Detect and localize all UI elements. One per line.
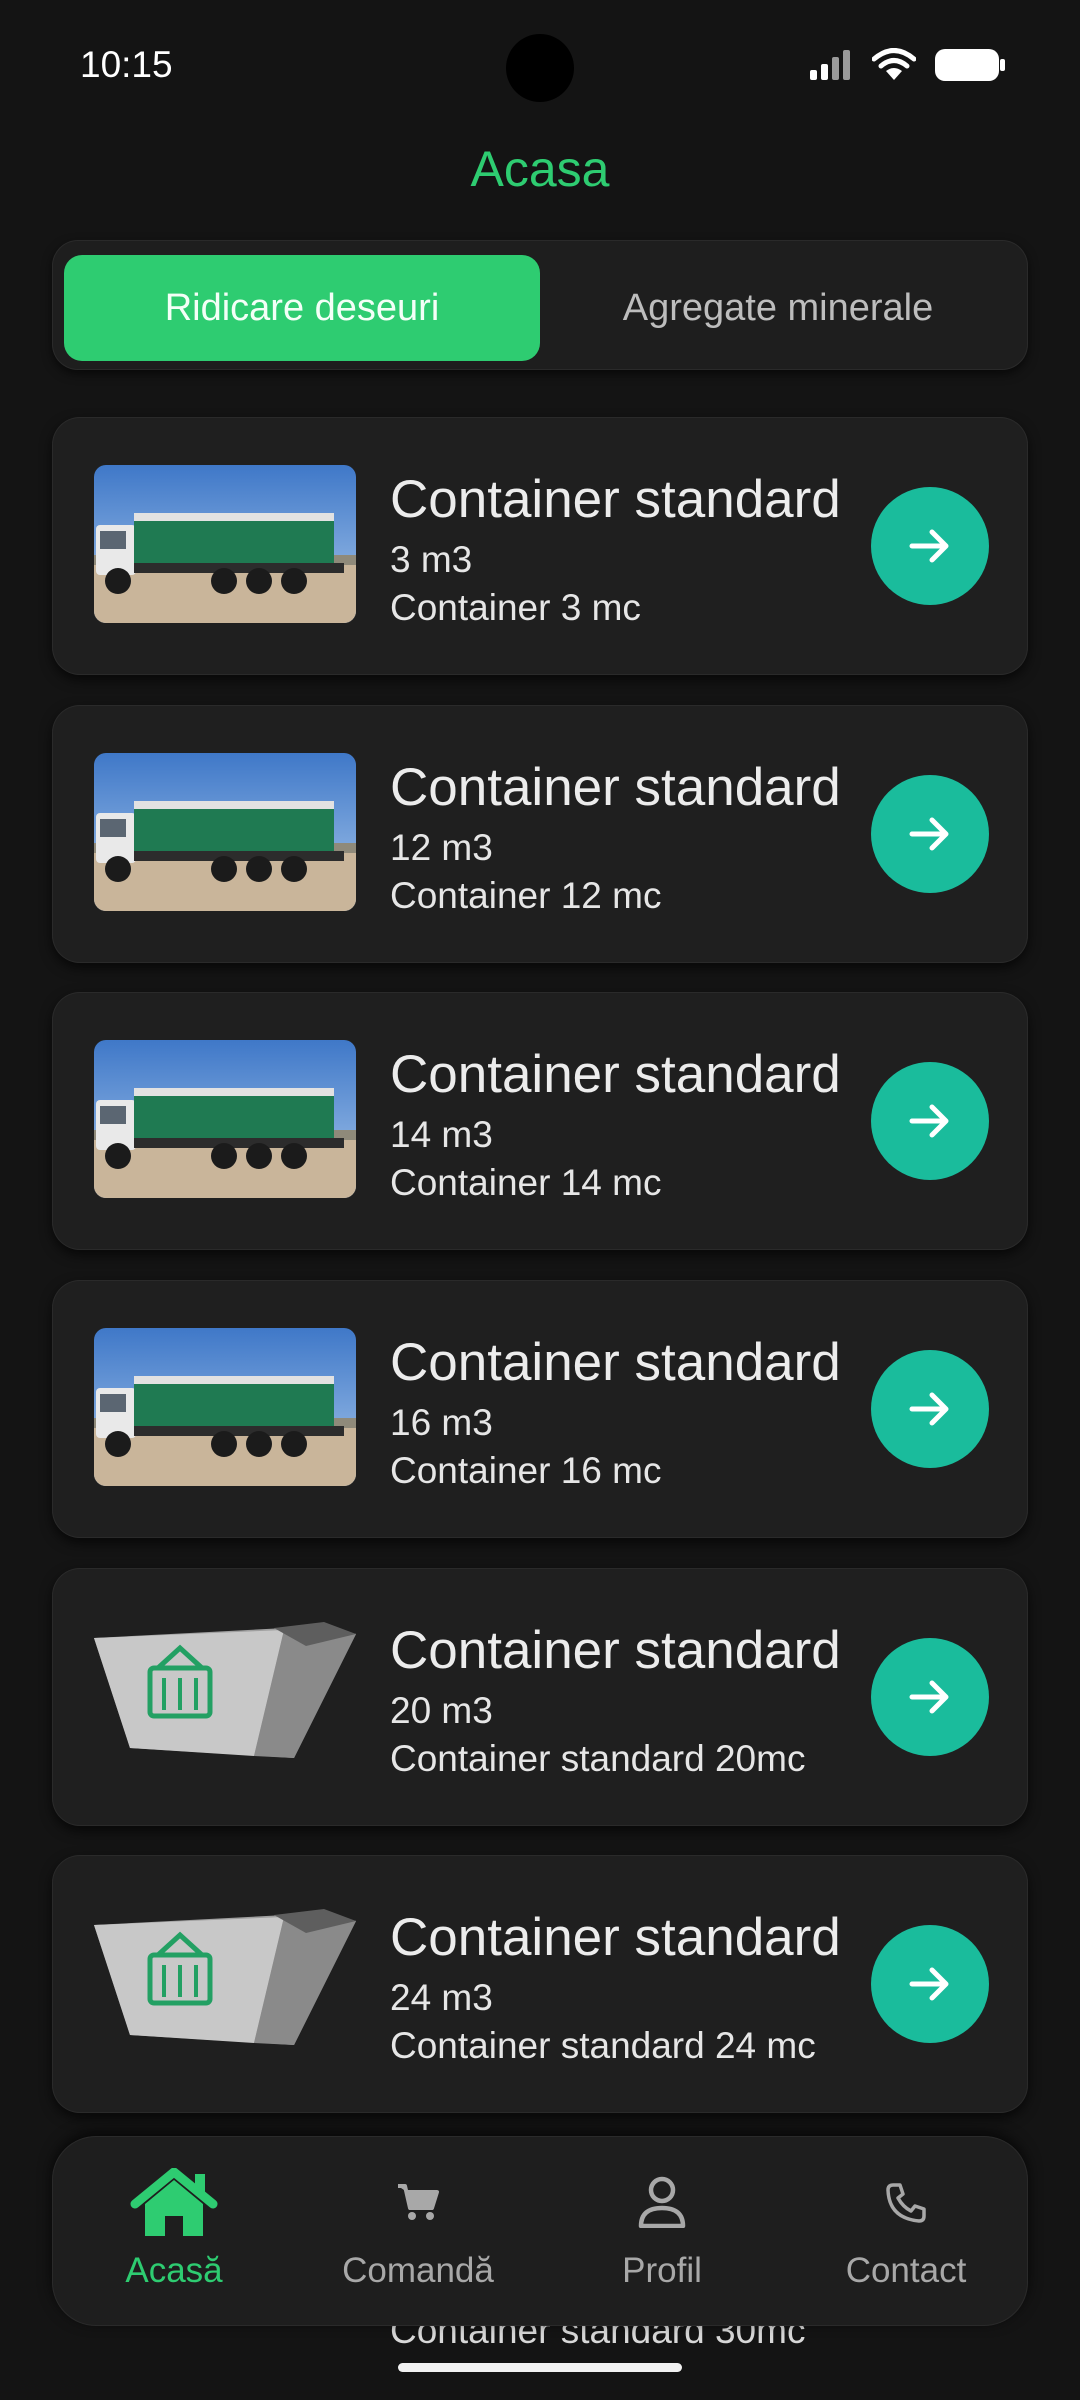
bottom-navigation: Acasă Comandă Profil Contact — [52, 2136, 1028, 2326]
card-description: Container 12 mc — [390, 875, 662, 916]
nav-label: Contact — [845, 2251, 967, 2290]
card-description: Container 16 mc — [390, 1450, 662, 1491]
status-time: 10:15 — [80, 44, 173, 85]
open-button[interactable] — [871, 1925, 989, 2043]
home-indicator[interactable] — [398, 2363, 682, 2372]
battery-icon — [935, 49, 1005, 81]
card-description: Container 3 mc — [390, 587, 641, 628]
arrow-right-icon — [909, 1967, 949, 2001]
card-description: Container standard 20mc — [390, 1738, 806, 1779]
home-icon — [130, 2168, 218, 2236]
container-card[interactable]: Container standard 14 m3 Container 14 mc — [52, 992, 1028, 1250]
container-card[interactable]: Container standard 12 m3 Container 12 mc — [52, 705, 1028, 963]
arrow-right-icon — [909, 1680, 949, 1714]
cart-icon — [398, 2184, 439, 2220]
nav-label: Acasă — [125, 2251, 223, 2290]
card-title: Container standard — [390, 758, 841, 817]
page-title: Acasa — [470, 141, 610, 197]
card-title: Container standard — [390, 1621, 841, 1680]
card-description: Container standard 24 mc — [390, 2025, 816, 2066]
skip-container-icon — [94, 1616, 356, 1774]
nav-item-comanda[interactable]: Comandă — [296, 2136, 540, 2326]
card-volume: 14 m3 — [390, 1114, 493, 1155]
nav-label: Comandă — [342, 2251, 494, 2290]
container-card[interactable]: Container standard 24 m3 Container stand… — [52, 1855, 1028, 2113]
container-card[interactable]: Container standard 20 m3 Container stand… — [52, 1568, 1028, 1826]
nav-item-contact[interactable]: Contact — [784, 2136, 1028, 2326]
open-button[interactable] — [871, 1062, 989, 1180]
container-card[interactable]: Container standard 16 m3 Container 16 mc — [52, 1280, 1028, 1538]
category-tabs: Ridicare deseuri Agregate minerale — [52, 240, 1028, 370]
card-title: Container standard — [390, 1908, 841, 1967]
user-icon — [638, 2176, 686, 2228]
card-title: Container standard — [390, 1045, 841, 1104]
arrow-right-icon — [909, 1392, 949, 1426]
open-button[interactable] — [871, 487, 989, 605]
container-truck-photo — [94, 1328, 356, 1486]
arrow-right-icon — [909, 529, 949, 563]
card-title: Container standard — [390, 470, 841, 529]
front-camera — [506, 34, 574, 102]
container-card[interactable]: Container standard 3 m3 Container 3 mc — [52, 417, 1028, 675]
nav-label: Profil — [622, 2251, 702, 2290]
arrow-right-icon — [909, 1104, 949, 1138]
skip-container-icon — [94, 1903, 356, 2061]
open-button[interactable] — [871, 1350, 989, 1468]
card-description: Container 14 mc — [390, 1162, 662, 1203]
card-title: Container standard — [390, 1333, 841, 1392]
card-volume: 12 m3 — [390, 827, 493, 868]
tab-agregate-minerale[interactable]: Agregate minerale — [540, 255, 1016, 361]
open-button[interactable] — [871, 775, 989, 893]
wifi-icon — [872, 48, 916, 80]
card-volume: 24 m3 — [390, 1977, 493, 2018]
phone-icon — [886, 2183, 926, 2223]
status-bar: 10:15 — [0, 0, 1080, 135]
status-icons — [810, 48, 1006, 82]
container-truck-photo — [94, 753, 356, 911]
signal-icon — [810, 50, 850, 80]
tab-ridicare-deseuri[interactable]: Ridicare deseuri — [64, 255, 540, 361]
card-volume: 3 m3 — [390, 539, 473, 580]
nav-item-acasa[interactable]: Acasă — [52, 2136, 296, 2326]
card-volume: 16 m3 — [390, 1402, 493, 1443]
nav-item-profil[interactable]: Profil — [540, 2136, 784, 2326]
container-truck-photo — [94, 465, 356, 623]
arrow-right-icon — [909, 817, 949, 851]
card-volume: 20 m3 — [390, 1690, 493, 1731]
open-button[interactable] — [871, 1638, 989, 1756]
container-truck-photo — [94, 1040, 356, 1198]
